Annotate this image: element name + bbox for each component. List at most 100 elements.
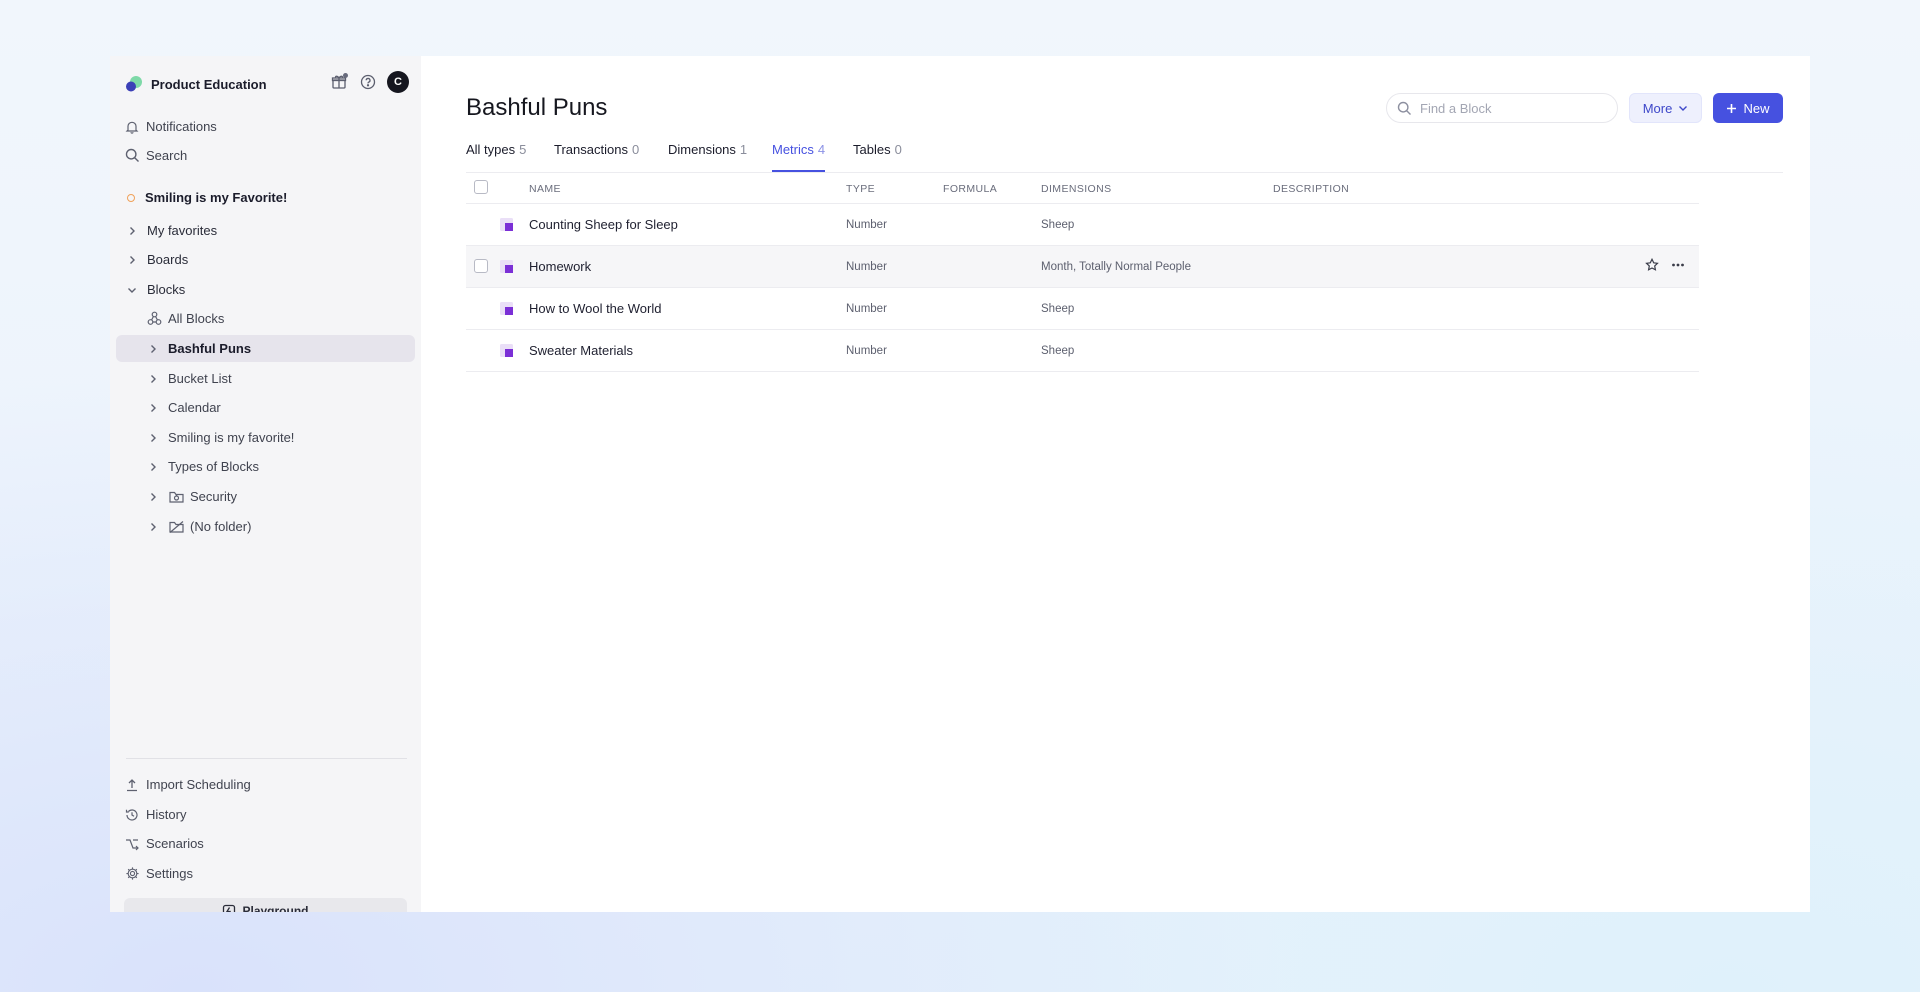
sidebar-item-label: Notifications — [146, 119, 217, 134]
playground-button[interactable]: Playground — [124, 898, 407, 912]
tab-metrics[interactable]: Metrics 4 — [772, 141, 826, 172]
page-title: Bashful Puns — [466, 94, 608, 121]
sidebar-item-my-favorites[interactable]: My favorites — [116, 217, 415, 244]
workspace-logo-icon — [125, 75, 143, 93]
chevron-right-icon — [146, 460, 160, 474]
upload-icon — [124, 777, 140, 793]
sidebar-item-label: Smiling is my favorite! — [168, 430, 295, 445]
sidebar-item-boards[interactable]: Boards — [116, 246, 415, 273]
more-label: More — [1642, 100, 1673, 116]
sidebar-item-label: Bashful Puns — [168, 341, 252, 356]
table-row[interactable]: Counting Sheep for Sleep Number Sheep — [466, 204, 1699, 246]
more-horizontal-icon[interactable] — [1671, 258, 1685, 272]
column-header-name[interactable]: NAME — [529, 183, 561, 195]
sidebar-item-all-blocks[interactable]: All Blocks — [116, 305, 415, 332]
sidebar-item-label: Search — [146, 148, 188, 163]
row-dimensions: Sheep — [1041, 345, 1075, 357]
tab-count: 4 — [817, 142, 826, 157]
find-block-search[interactable] — [1386, 93, 1618, 123]
chevron-right-icon — [146, 431, 160, 445]
column-header-description[interactable]: DESCRIPTION — [1273, 183, 1349, 195]
tab-tables[interactable]: Tables 0 — [853, 141, 902, 171]
row-type: Number — [846, 303, 887, 315]
all-blocks-icon — [146, 311, 162, 327]
sidebar-item-import-scheduling[interactable]: Import Scheduling — [116, 771, 415, 798]
metric-icon — [500, 260, 513, 273]
tab-label: Tables — [853, 142, 891, 157]
favorite-dot-icon — [127, 193, 135, 202]
tab-all-types[interactable]: All types 5 — [466, 141, 526, 171]
row-dimensions: Sheep — [1041, 303, 1075, 315]
sidebar-item-label: Settings — [146, 866, 193, 881]
chevron-right-icon — [146, 342, 160, 356]
chevron-right-icon — [146, 401, 160, 415]
playground-label: Playground — [242, 904, 309, 912]
sidebar-item-notifications[interactable]: Notifications — [116, 113, 415, 140]
sidebar-item-label: Smiling is my Favorite! — [145, 190, 288, 205]
row-dimensions: Month, Totally Normal People — [1041, 261, 1191, 273]
chevron-down-icon — [1678, 103, 1688, 113]
metric-icon — [500, 218, 513, 231]
row-name[interactable]: Counting Sheep for Sleep — [529, 217, 678, 232]
main-content: Bashful Puns More New All types5 Transac… — [421, 56, 1810, 912]
table-header: NAME TYPE FORMULA DIMENSIONS DESCRIPTION — [466, 172, 1699, 204]
row-dimensions: Sheep — [1041, 219, 1075, 231]
sidebar-item-calendar[interactable]: Calendar — [116, 394, 415, 421]
new-label: New — [1743, 100, 1770, 116]
sidebar-item-settings[interactable]: Settings — [116, 860, 415, 887]
tab-label: Dimensions — [668, 142, 736, 157]
user-avatar[interactable]: C — [387, 71, 409, 93]
sidebar-item-favorite[interactable]: Smiling is my Favorite! — [116, 184, 415, 211]
column-header-formula[interactable]: FORMULA — [943, 183, 997, 195]
sidebar-item-history[interactable]: History — [116, 801, 415, 828]
sidebar-item-label: Import Scheduling — [146, 777, 251, 792]
sidebar-header-actions: C — [329, 71, 409, 93]
sidebar-item-label: Scenarios — [146, 836, 204, 851]
table-row[interactable]: Homework Number Month, Totally Normal Pe… — [466, 246, 1699, 288]
tab-dimensions[interactable]: Dimensions 1 — [668, 141, 747, 171]
workspace-switcher[interactable]: Product Education — [125, 73, 267, 95]
blocks-table: NAME TYPE FORMULA DIMENSIONS DESCRIPTION… — [466, 172, 1699, 372]
row-name[interactable]: Sweater Materials — [529, 343, 633, 358]
column-header-dimensions[interactable]: DIMENSIONS — [1041, 183, 1112, 195]
sidebar-item-label: Boards — [147, 252, 189, 267]
sidebar-item-types-of-blocks[interactable]: Types of Blocks — [116, 453, 415, 480]
sidebar-item-label: Security — [190, 489, 237, 504]
type-tabs: All types 5 Transactions 0 Dimensions 1 Met… — [466, 141, 1783, 173]
table-row[interactable]: How to Wool the World Number Sheep — [466, 288, 1699, 330]
sidebar-item-label: Calendar — [168, 400, 221, 415]
notification-dot — [343, 73, 348, 78]
select-all-checkbox[interactable] — [474, 180, 488, 194]
tab-label: Transactions — [554, 142, 628, 157]
new-button[interactable]: New — [1713, 93, 1783, 123]
sidebar: Product Education C Notifications Search… — [110, 56, 421, 912]
sidebar-item-no-folder[interactable]: (No folder) — [116, 513, 415, 540]
tab-label: Metrics — [772, 142, 814, 157]
column-header-type[interactable]: TYPE — [846, 183, 875, 195]
gift-icon[interactable] — [329, 72, 349, 92]
more-button[interactable]: More — [1629, 93, 1702, 123]
sidebar-item-bucket-list[interactable]: Bucket List — [116, 365, 415, 392]
sidebar-item-security[interactable]: Security — [116, 483, 415, 510]
sidebar-item-scenarios[interactable]: Scenarios — [116, 830, 415, 857]
sidebar-item-bashful-puns[interactable]: Bashful Puns — [116, 335, 415, 362]
history-icon — [124, 807, 140, 823]
row-name[interactable]: Homework — [529, 259, 591, 274]
row-actions — [1645, 258, 1685, 272]
sidebar-item-search[interactable]: Search — [116, 142, 415, 169]
star-icon[interactable] — [1645, 258, 1659, 272]
sidebar-item-smiling[interactable]: Smiling is my favorite! — [116, 424, 415, 451]
row-checkbox[interactable] — [474, 259, 488, 273]
help-icon[interactable] — [358, 72, 378, 92]
chevron-right-icon — [146, 520, 160, 534]
search-input[interactable] — [1418, 99, 1602, 117]
workspace-name: Product Education — [151, 76, 267, 92]
row-name[interactable]: How to Wool the World — [529, 301, 661, 316]
table-row[interactable]: Sweater Materials Number Sheep — [466, 330, 1699, 372]
search-icon — [124, 148, 140, 164]
chevron-down-icon — [125, 283, 139, 297]
sidebar-item-blocks[interactable]: Blocks — [116, 276, 415, 303]
sidebar-item-label: Bucket List — [168, 371, 232, 386]
sidebar-item-label: (No folder) — [190, 519, 252, 534]
tab-transactions[interactable]: Transactions 0 — [554, 141, 639, 171]
